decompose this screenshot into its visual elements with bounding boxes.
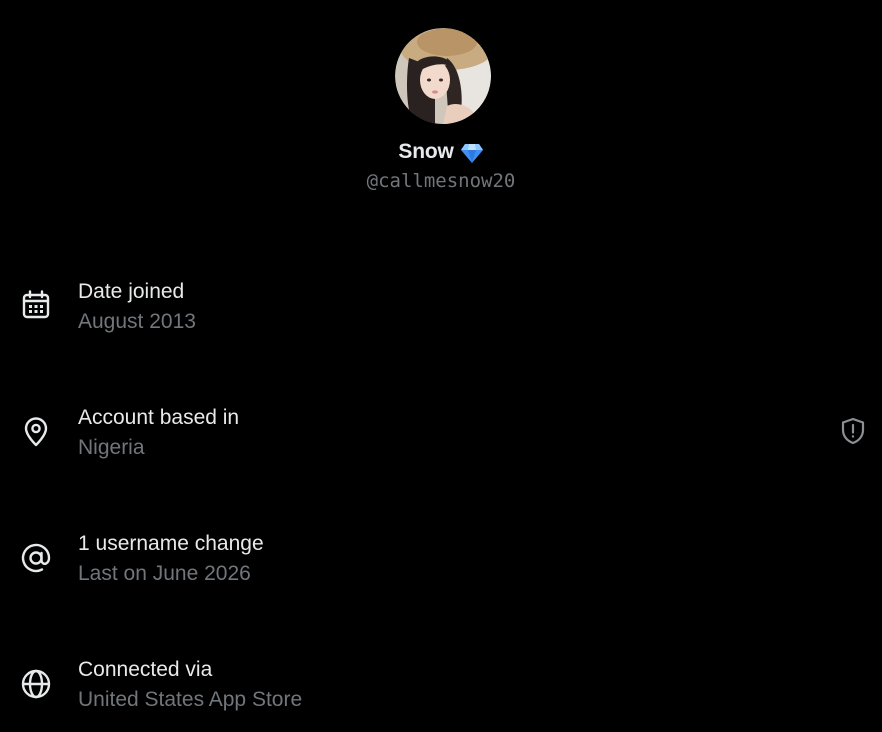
avatar-image bbox=[395, 28, 491, 124]
globe-icon bbox=[20, 668, 52, 700]
avatar[interactable] bbox=[395, 28, 491, 124]
gem-icon bbox=[460, 142, 484, 164]
info-label: Connected via bbox=[78, 658, 213, 681]
info-value: August 2013 bbox=[78, 310, 196, 333]
info-text: Date joined August 2013 bbox=[78, 277, 196, 337]
calendar-icon bbox=[20, 289, 52, 321]
info-text: 1 username change Last on June 2026 bbox=[78, 529, 264, 589]
info-label: 1 username change bbox=[78, 532, 264, 555]
info-text: Connected via United States App Store bbox=[78, 655, 302, 715]
name-row: Snow bbox=[0, 138, 882, 166]
info-row-connected-via: Connected via United States App Store bbox=[0, 655, 882, 719]
info-label: Date joined bbox=[78, 280, 185, 303]
info-label: Account based in bbox=[78, 406, 240, 429]
display-name: Snow bbox=[398, 140, 454, 163]
location-pin-icon bbox=[20, 416, 52, 448]
info-value: Nigeria bbox=[78, 436, 145, 459]
shield-alert-icon[interactable] bbox=[838, 416, 868, 446]
info-value: United States App Store bbox=[78, 688, 303, 711]
username-handle: @callmesnow20 bbox=[366, 170, 516, 192]
info-row-username-change: 1 username change Last on June 2026 bbox=[0, 529, 882, 593]
info-row-date-joined: Date joined August 2013 bbox=[0, 277, 882, 341]
info-value: Last on June 2026 bbox=[78, 562, 251, 585]
info-row-account-based-in: Account based in Nigeria bbox=[0, 403, 882, 467]
info-text: Account based in Nigeria bbox=[78, 403, 239, 463]
at-sign-icon bbox=[20, 542, 52, 574]
